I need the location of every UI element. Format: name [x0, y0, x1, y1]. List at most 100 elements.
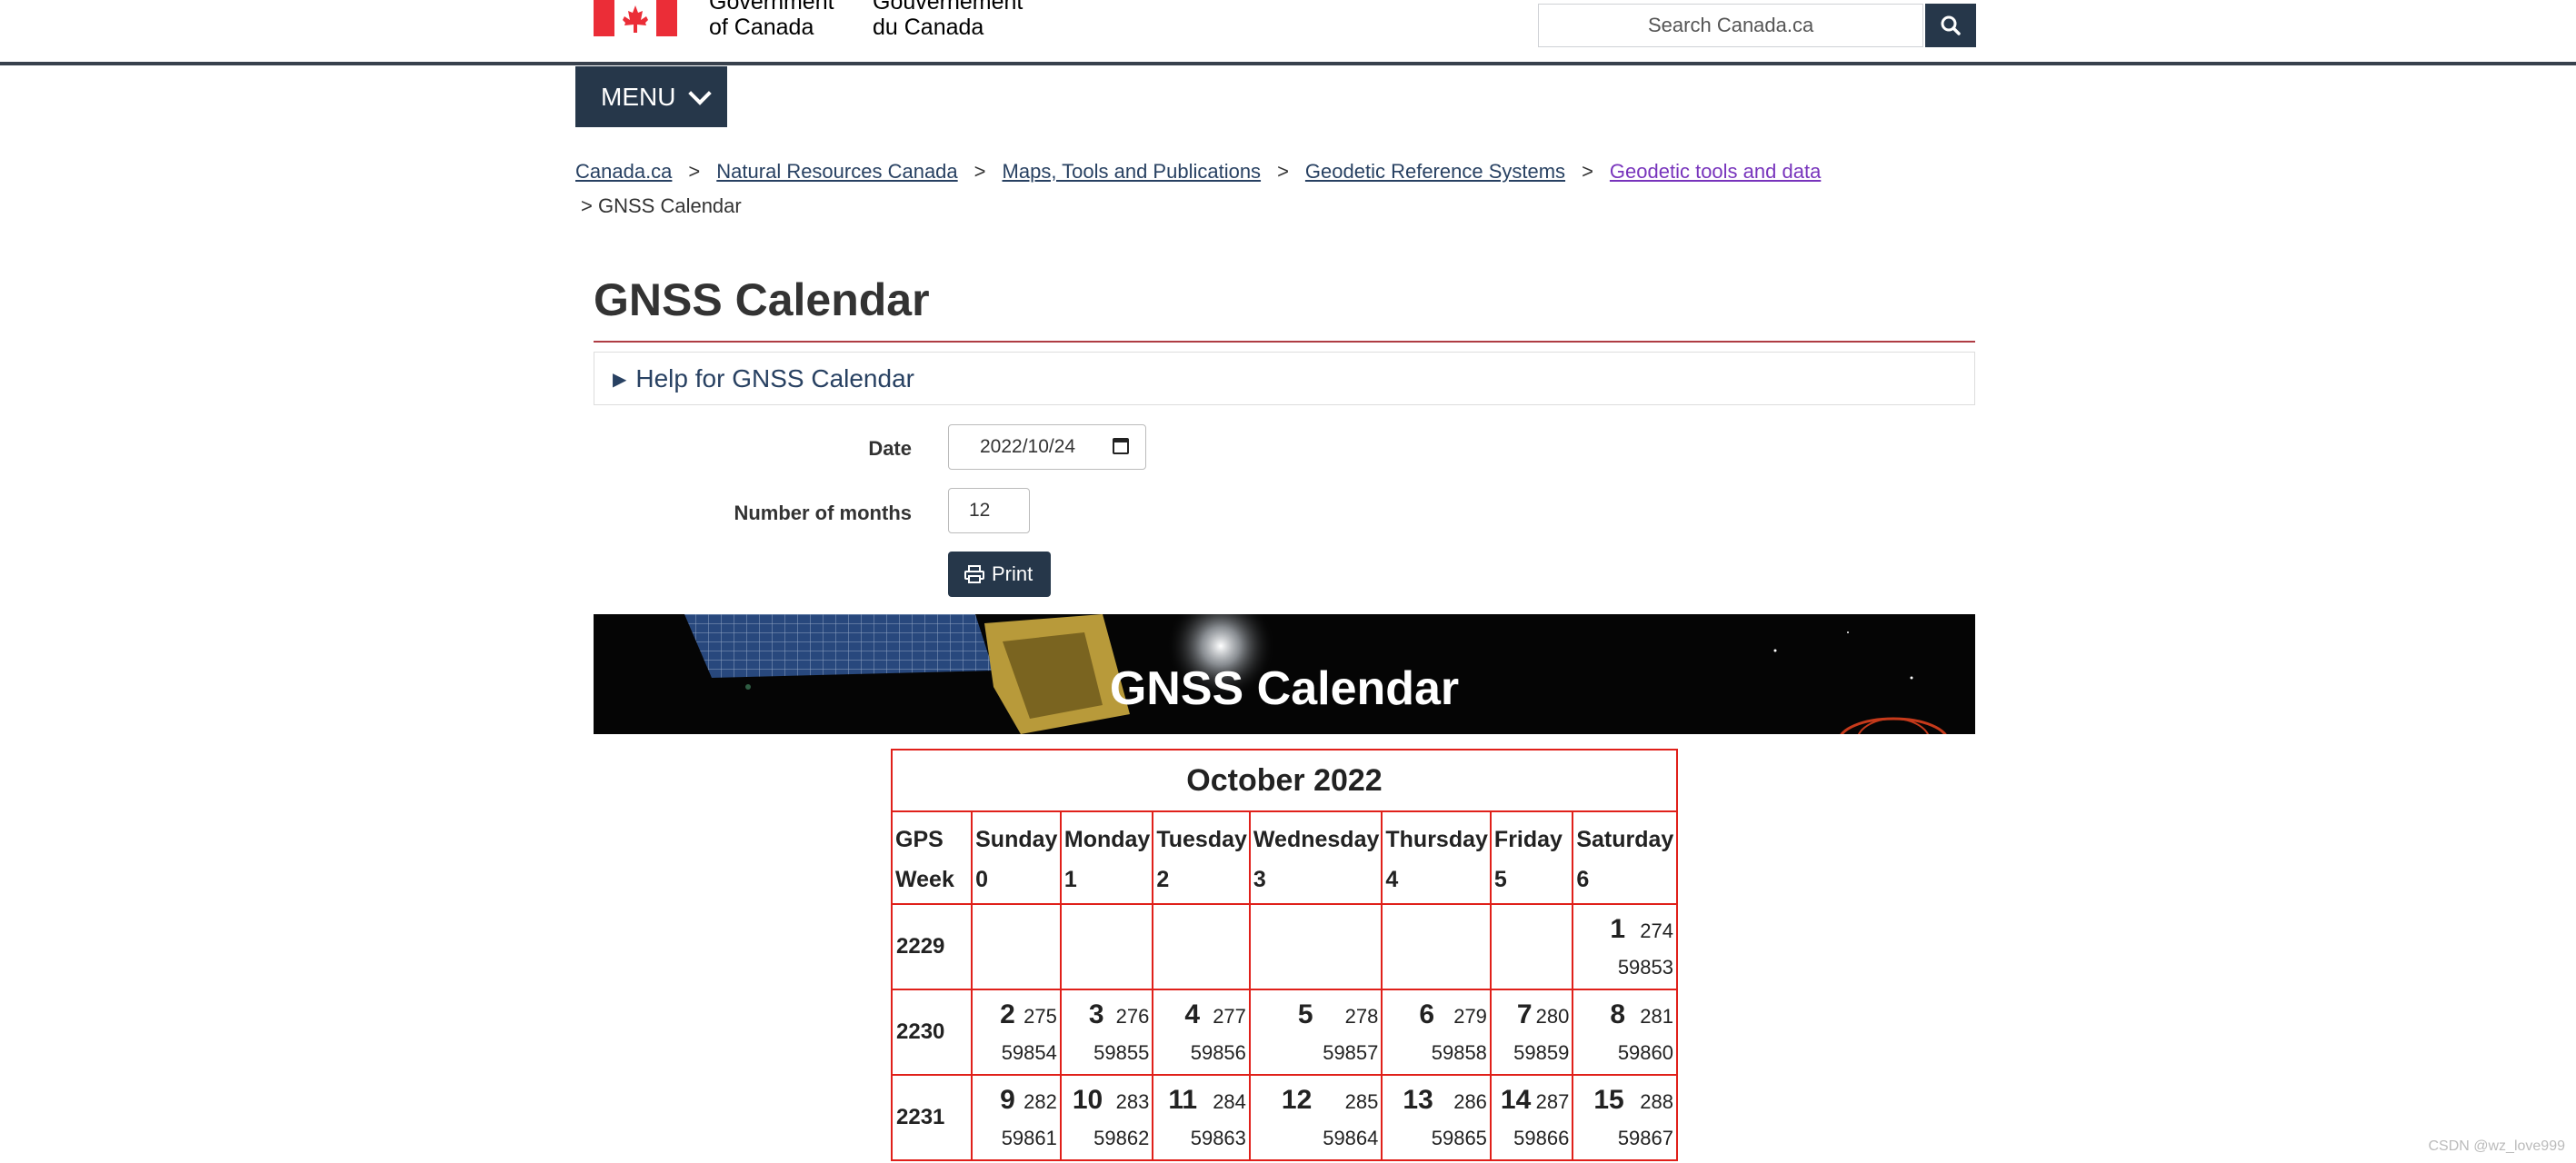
modified-julian-date: 59858 [1431, 1041, 1487, 1064]
canada-flag-icon [594, 0, 677, 36]
page-title: GNSS Calendar [594, 274, 930, 325]
day-header-index: 6 [1576, 867, 1590, 892]
search-icon [1941, 15, 1961, 35]
day-of-year: 286 [1453, 1090, 1487, 1113]
menu-button[interactable]: MENU [575, 66, 727, 127]
day-cell: 1 274 59853 [1572, 903, 1678, 990]
day-of-year: 274 [1640, 919, 1673, 942]
day-number: 9 [1000, 1085, 1015, 1115]
day-of-year: 283 [1115, 1090, 1150, 1113]
banner-title: GNSS Calendar [1109, 662, 1460, 715]
wordmark-french[interactable]: Gouvernement du Canada [873, 0, 1023, 40]
day-number: 1 [1610, 914, 1626, 944]
day-cell: 10 283 59862 [1059, 1074, 1154, 1161]
months-field[interactable]: 12 [948, 488, 1030, 533]
triangle-right-icon: ▶ [613, 370, 627, 390]
day-cell-empty [1248, 903, 1383, 990]
help-details-toggle[interactable]: ▶ Help for GNSS Calendar [594, 352, 1975, 405]
modified-julian-date: 59862 [1093, 1127, 1150, 1149]
breadcrumb-current-line: > GNSS Calendar [575, 189, 1993, 224]
breadcrumb-nrcan[interactable]: Natural Resources Canada [716, 160, 957, 183]
wordmark-english[interactable]: Government of Canada [709, 0, 834, 40]
day-header-index: 0 [975, 867, 989, 892]
day-cell: 8 281 59860 [1572, 989, 1678, 1076]
date-value: 2022/10/24 [980, 436, 1076, 457]
day-number: 10 [1072, 1085, 1103, 1115]
modified-julian-date: 59865 [1431, 1127, 1487, 1149]
day-cell: 2 275 59854 [971, 989, 1062, 1076]
day-cell: 7 280 59859 [1489, 989, 1574, 1076]
day-of-year: 285 [1344, 1090, 1379, 1113]
modified-julian-date: 59853 [1617, 956, 1673, 979]
day-cell-empty [1489, 903, 1574, 990]
date-label: Date [868, 437, 912, 460]
day-of-year: 276 [1115, 1005, 1150, 1028]
breadcrumb-geodetic-tools[interactable]: Geodetic tools and data [1610, 160, 1821, 183]
day-number: 15 [1593, 1085, 1624, 1115]
site-header: Government of Canada Gouvernement du Can… [0, 0, 2576, 65]
gps-week-header: GPS Week [890, 810, 973, 905]
day-header-name: Friday [1493, 827, 1563, 852]
months-label: Number of months [734, 502, 912, 524]
day-of-year: 288 [1640, 1090, 1673, 1113]
table-row: 2230 2 275 59854 3 276 59855 4 277 59856… [890, 989, 1678, 1076]
modified-julian-date: 59861 [1001, 1127, 1057, 1149]
day-number: 11 [1168, 1085, 1198, 1115]
day-of-year: 279 [1453, 1005, 1487, 1028]
breadcrumb-separator: > [973, 160, 986, 183]
day-header-index: 3 [1253, 867, 1266, 892]
breadcrumb-separator: > [1582, 160, 1593, 183]
day-header-name: Sunday [975, 827, 1058, 852]
day-cell: 11 284 59863 [1152, 1074, 1251, 1161]
day-cell-empty [1152, 903, 1251, 990]
calendar-icon[interactable] [1113, 438, 1129, 454]
breadcrumb-current: GNSS Calendar [597, 194, 742, 217]
gps-week-number: 2229 [890, 903, 973, 990]
day-header-index: 2 [1156, 867, 1170, 892]
modified-julian-date: 59857 [1323, 1041, 1379, 1064]
day-header-thursday: Thursday 4 [1381, 810, 1492, 905]
day-number: 13 [1403, 1085, 1433, 1115]
day-number: 5 [1297, 999, 1313, 1029]
day-number: 12 [1281, 1085, 1313, 1115]
day-cell: 6 279 59858 [1381, 989, 1492, 1076]
breadcrumb-separator: > [688, 160, 701, 183]
day-of-year: 275 [1023, 1005, 1057, 1028]
day-header-monday: Monday 1 [1059, 810, 1154, 905]
print-button[interactable]: Print [948, 552, 1051, 597]
modified-julian-date: 59856 [1190, 1041, 1246, 1064]
day-cell: 12 285 59864 [1248, 1074, 1383, 1161]
modified-julian-date: 59859 [1513, 1041, 1570, 1064]
search-placeholder: Search Canada.ca [1648, 14, 1814, 36]
wordmark-fr-line1: Gouvernement [873, 0, 1023, 15]
day-of-year: 280 [1535, 1005, 1570, 1028]
gps-week-header-line1: GPS [895, 827, 944, 852]
day-cell-empty [1381, 903, 1492, 990]
menu-label: MENU [601, 82, 676, 111]
breadcrumb: Canada.ca > Natural Resources Canada > Maps,… [575, 154, 1993, 224]
day-cell: 5 278 59857 [1248, 989, 1383, 1076]
day-header-wednesday: Wednesday 3 [1248, 810, 1383, 905]
modified-julian-date: 59863 [1190, 1127, 1246, 1149]
day-number: 2 [1000, 999, 1015, 1029]
breadcrumb-maps-tools[interactable]: Maps, Tools and Publications [1003, 160, 1262, 183]
gps-week-number: 2230 [890, 989, 973, 1076]
breadcrumb-canada[interactable]: Canada.ca [575, 160, 672, 183]
day-header-name: Tuesday [1156, 827, 1247, 852]
day-header-saturday: Saturday 6 [1572, 810, 1678, 905]
breadcrumb-separator: > [581, 194, 593, 217]
wordmark-en-line2: of Canada [709, 15, 814, 40]
modified-julian-date: 59866 [1513, 1127, 1570, 1149]
day-number: 14 [1500, 1085, 1532, 1115]
breadcrumb-geodetic-reference[interactable]: Geodetic Reference Systems [1305, 160, 1565, 183]
day-header-sunday: Sunday 0 [971, 810, 1062, 905]
day-of-year: 282 [1023, 1090, 1057, 1113]
day-cell: 9 282 59861 [971, 1074, 1062, 1161]
months-value: 12 [969, 500, 991, 521]
search-button[interactable] [1925, 4, 1976, 47]
date-field[interactable]: 2022/10/24 [948, 424, 1146, 470]
day-of-year: 287 [1535, 1090, 1570, 1113]
gnss-calendar-table: October 2022 GPS Week Sunday 0 Monday 1 … [890, 749, 1678, 1161]
search-input[interactable]: Search Canada.ca [1538, 4, 1923, 47]
wordmark-en-line1: Government [709, 0, 834, 15]
